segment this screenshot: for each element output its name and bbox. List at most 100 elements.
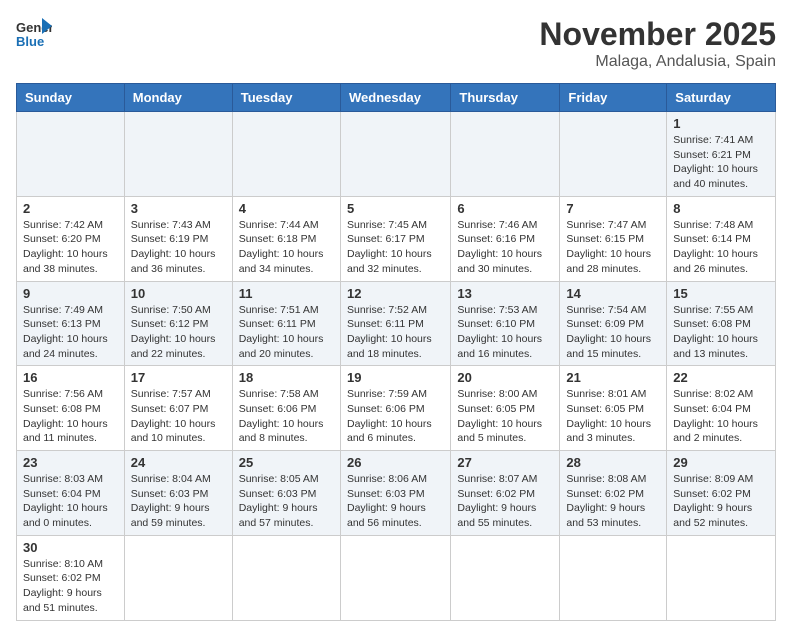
day-number: 16 <box>23 370 118 385</box>
calendar-cell: 13Sunrise: 7:53 AM Sunset: 6:10 PM Dayli… <box>451 281 560 366</box>
day-info: Sunrise: 7:50 AM Sunset: 6:12 PM Dayligh… <box>131 303 226 362</box>
calendar-cell: 23 Sunrise: 8:03 AM Sunset: 6:04 PM Dayli… <box>17 451 125 536</box>
calendar-cell: 6 Sunrise: 7:46 AM Sunset: 6:16 PM Daylig… <box>451 196 560 281</box>
calendar-cell: 2 Sunrise: 7:42 AM Sunset: 6:20 PM Daylig… <box>17 196 125 281</box>
day-info: Sunrise: 8:02 AM Sunset: 6:04 PM Dayligh… <box>673 387 769 446</box>
calendar-week-5: 23 Sunrise: 8:03 AM Sunset: 6:04 PM Dayli… <box>17 451 776 536</box>
day-info: Sunrise: 8:01 AM Sunset: 6:05 PM Dayligh… <box>566 387 660 446</box>
calendar-cell: 11Sunrise: 7:51 AM Sunset: 6:11 PM Dayli… <box>232 281 340 366</box>
location-title: Malaga, Andalusia, Spain <box>539 53 776 71</box>
calendar-cell: 16 Sunrise: 7:56 AM Sunset: 6:08 PM Dayli… <box>17 366 125 451</box>
calendar-cell <box>560 535 667 620</box>
day-info: Sunrise: 7:51 AM Sunset: 6:11 PM Dayligh… <box>239 303 334 362</box>
calendar-cell <box>340 535 450 620</box>
calendar-cell: 3 Sunrise: 7:43 AM Sunset: 6:19 PM Daylig… <box>124 196 232 281</box>
calendar-cell: 10 Sunrise: 7:50 AM Sunset: 6:12 PM Dayli… <box>124 281 232 366</box>
calendar-cell: 22 Sunrise: 8:02 AM Sunset: 6:04 PM Dayli… <box>667 366 776 451</box>
day-number: 15 <box>673 286 769 301</box>
day-number: 30 <box>23 540 118 555</box>
calendar-cell: 24 Sunrise: 8:04 AM Sunset: 6:03 PM Dayli… <box>124 451 232 536</box>
calendar-week-1: 1Sunrise: 7:41 AM Sunset: 6:21 PM Daylig… <box>17 112 776 197</box>
day-info: Sunrise: 8:03 AM Sunset: 6:04 PM Dayligh… <box>23 472 118 531</box>
calendar-cell: 15 Sunrise: 7:55 AM Sunset: 6:08 PM Dayli… <box>667 281 776 366</box>
day-info: Sunrise: 8:09 AM Sunset: 6:02 PM Dayligh… <box>673 472 769 531</box>
day-number: 24 <box>131 455 226 470</box>
calendar-cell: 29 Sunrise: 8:09 AM Sunset: 6:02 PM Dayli… <box>667 451 776 536</box>
day-number: 25 <box>239 455 334 470</box>
calendar-cell: 7 Sunrise: 7:47 AM Sunset: 6:15 PM Daylig… <box>560 196 667 281</box>
day-number: 2 <box>23 201 118 216</box>
weekday-header-friday: Friday <box>560 84 667 112</box>
day-info: Sunrise: 7:53 AM Sunset: 6:10 PM Dayligh… <box>457 303 553 362</box>
calendar-cell <box>451 535 560 620</box>
calendar-week-2: 2 Sunrise: 7:42 AM Sunset: 6:20 PM Daylig… <box>17 196 776 281</box>
day-number: 7 <box>566 201 660 216</box>
calendar-cell <box>560 112 667 197</box>
day-info: Sunrise: 7:49 AM Sunset: 6:13 PM Dayligh… <box>23 303 118 362</box>
calendar-cell: 20Sunrise: 8:00 AM Sunset: 6:05 PM Dayli… <box>451 366 560 451</box>
day-number: 19 <box>347 370 444 385</box>
calendar-cell: 17Sunrise: 7:57 AM Sunset: 6:07 PM Dayli… <box>124 366 232 451</box>
calendar-week-3: 9 Sunrise: 7:49 AM Sunset: 6:13 PM Daylig… <box>17 281 776 366</box>
day-number: 4 <box>239 201 334 216</box>
calendar-cell: 1Sunrise: 7:41 AM Sunset: 6:21 PM Daylig… <box>667 112 776 197</box>
day-number: 14 <box>566 286 660 301</box>
day-number: 6 <box>457 201 553 216</box>
weekday-header-wednesday: Wednesday <box>340 84 450 112</box>
day-info: Sunrise: 7:41 AM Sunset: 6:21 PM Dayligh… <box>673 133 769 192</box>
day-number: 27 <box>457 455 553 470</box>
day-number: 28 <box>566 455 660 470</box>
day-info: Sunrise: 7:45 AM Sunset: 6:17 PM Dayligh… <box>347 218 444 277</box>
day-info: Sunrise: 7:46 AM Sunset: 6:16 PM Dayligh… <box>457 218 553 277</box>
calendar-cell <box>340 112 450 197</box>
day-info: Sunrise: 8:04 AM Sunset: 6:03 PM Dayligh… <box>131 472 226 531</box>
day-number: 23 <box>23 455 118 470</box>
day-number: 29 <box>673 455 769 470</box>
calendar-cell: 21 Sunrise: 8:01 AM Sunset: 6:05 PM Dayli… <box>560 366 667 451</box>
calendar-table: SundayMondayTuesdayWednesdayThursdayFrid… <box>16 83 776 621</box>
month-title: November 2025 <box>539 16 776 53</box>
day-info: Sunrise: 7:47 AM Sunset: 6:15 PM Dayligh… <box>566 218 660 277</box>
title-section: November 2025 Malaga, Andalusia, Spain <box>539 16 776 71</box>
logo: General Blue <box>16 16 52 52</box>
calendar-cell <box>232 112 340 197</box>
day-info: Sunrise: 8:06 AM Sunset: 6:03 PM Dayligh… <box>347 472 444 531</box>
calendar-cell: 28 Sunrise: 8:08 AM Sunset: 6:02 PM Dayli… <box>560 451 667 536</box>
calendar-week-6: 30Sunrise: 8:10 AM Sunset: 6:02 PM Dayli… <box>17 535 776 620</box>
day-info: Sunrise: 7:55 AM Sunset: 6:08 PM Dayligh… <box>673 303 769 362</box>
day-number: 12 <box>347 286 444 301</box>
weekday-header-saturday: Saturday <box>667 84 776 112</box>
calendar-cell: 8Sunrise: 7:48 AM Sunset: 6:14 PM Daylig… <box>667 196 776 281</box>
calendar-week-4: 16 Sunrise: 7:56 AM Sunset: 6:08 PM Dayli… <box>17 366 776 451</box>
day-number: 3 <box>131 201 226 216</box>
day-info: Sunrise: 7:54 AM Sunset: 6:09 PM Dayligh… <box>566 303 660 362</box>
day-number: 8 <box>673 201 769 216</box>
day-info: Sunrise: 8:07 AM Sunset: 6:02 PM Dayligh… <box>457 472 553 531</box>
day-info: Sunrise: 8:08 AM Sunset: 6:02 PM Dayligh… <box>566 472 660 531</box>
weekday-header-thursday: Thursday <box>451 84 560 112</box>
calendar-cell: 27 Sunrise: 8:07 AM Sunset: 6:02 PM Dayli… <box>451 451 560 536</box>
day-number: 18 <box>239 370 334 385</box>
day-number: 22 <box>673 370 769 385</box>
calendar-cell: 25 Sunrise: 8:05 AM Sunset: 6:03 PM Dayli… <box>232 451 340 536</box>
day-number: 26 <box>347 455 444 470</box>
calendar-cell <box>17 112 125 197</box>
day-number: 10 <box>131 286 226 301</box>
weekday-header-row: SundayMondayTuesdayWednesdayThursdayFrid… <box>17 84 776 112</box>
day-info: Sunrise: 7:43 AM Sunset: 6:19 PM Dayligh… <box>131 218 226 277</box>
calendar-cell <box>124 535 232 620</box>
svg-text:Blue: Blue <box>16 34 44 49</box>
day-info: Sunrise: 7:57 AM Sunset: 6:07 PM Dayligh… <box>131 387 226 446</box>
calendar-cell: 19 Sunrise: 7:59 AM Sunset: 6:06 PM Dayli… <box>340 366 450 451</box>
weekday-header-sunday: Sunday <box>17 84 125 112</box>
day-info: Sunrise: 7:56 AM Sunset: 6:08 PM Dayligh… <box>23 387 118 446</box>
day-info: Sunrise: 7:58 AM Sunset: 6:06 PM Dayligh… <box>239 387 334 446</box>
day-info: Sunrise: 7:59 AM Sunset: 6:06 PM Dayligh… <box>347 387 444 446</box>
day-number: 21 <box>566 370 660 385</box>
calendar-cell: 26 Sunrise: 8:06 AM Sunset: 6:03 PM Dayli… <box>340 451 450 536</box>
day-info: Sunrise: 8:05 AM Sunset: 6:03 PM Dayligh… <box>239 472 334 531</box>
day-info: Sunrise: 8:00 AM Sunset: 6:05 PM Dayligh… <box>457 387 553 446</box>
day-info: Sunrise: 7:42 AM Sunset: 6:20 PM Dayligh… <box>23 218 118 277</box>
weekday-header-tuesday: Tuesday <box>232 84 340 112</box>
day-number: 9 <box>23 286 118 301</box>
